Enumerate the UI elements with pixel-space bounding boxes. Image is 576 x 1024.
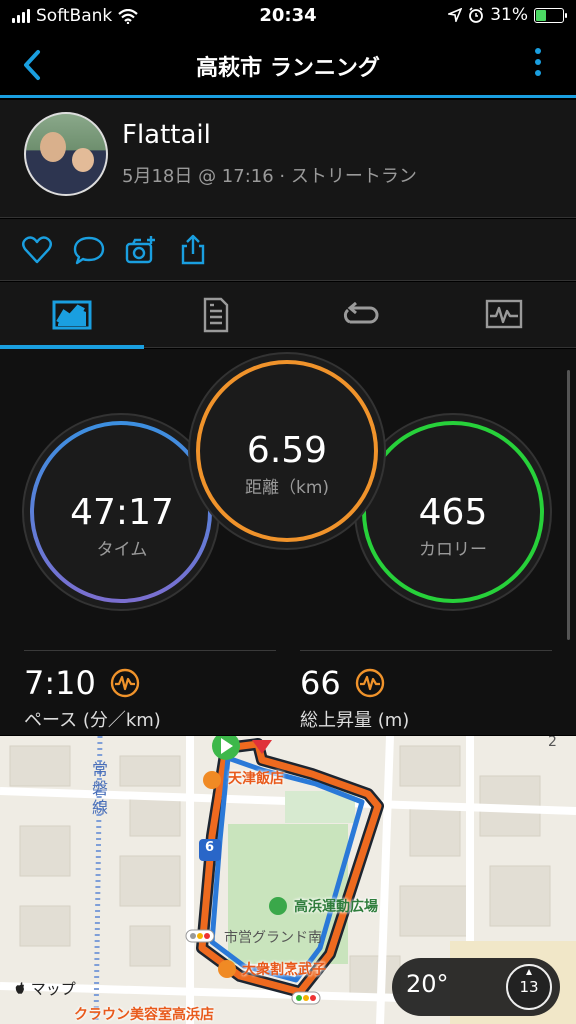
pace-value: 7:10: [24, 664, 96, 702]
camera-add-icon[interactable]: [124, 233, 158, 267]
heart-icon[interactable]: [20, 233, 54, 267]
wind-compass-icon: 13: [506, 964, 552, 1010]
location-arrow-icon: [448, 8, 463, 22]
distance-value: 6.59: [246, 430, 328, 471]
tab-summary[interactable]: [0, 282, 144, 349]
battery-icon: [534, 7, 567, 23]
user-name[interactable]: Flattail: [122, 120, 211, 150]
wind-speed: 13: [519, 978, 539, 996]
time-label: タイム: [96, 540, 148, 560]
action-bar: [0, 219, 576, 281]
map-number: 2: [548, 736, 557, 750]
pace-label: ペース (分／km): [24, 710, 161, 731]
restaurant-label[interactable]: 天津飯店: [228, 768, 284, 788]
comment-icon[interactable]: [72, 233, 106, 267]
activity-meta: 5月18日 @ 17:16 · ストリートラン: [122, 166, 417, 187]
details-list-icon: [203, 297, 229, 333]
calories-stat: 465 カロリー: [363, 492, 543, 560]
share-icon[interactable]: [176, 233, 210, 267]
pulse-icon[interactable]: [355, 668, 385, 698]
avatar[interactable]: [24, 112, 108, 196]
tab-laps[interactable]: [288, 282, 432, 348]
apple-logo-icon: [15, 982, 24, 994]
restaurant-label[interactable]: 大衆割烹武子: [242, 959, 326, 979]
distance-stat: 6.59 距離（km): [197, 430, 377, 498]
laps-loop-icon: [343, 302, 379, 324]
page-title: 高萩市 ランニング: [196, 56, 380, 81]
activity-header: Flattail 5月18日 @ 17:16 · ストリートラン: [0, 100, 576, 218]
park-label[interactable]: 高浜運動広場: [294, 896, 378, 916]
distance-label: 距離（km): [244, 478, 330, 498]
route-number: 6: [205, 840, 215, 855]
rail-label: 常磐線: [92, 760, 109, 817]
elevation-label: 総上昇量 (m): [300, 710, 410, 731]
elevation-metric: 66 総上昇量 (m): [300, 664, 409, 732]
summary-chart-icon: [52, 300, 92, 330]
time-value: 47:17: [70, 492, 174, 533]
calories-value: 465: [418, 492, 488, 533]
elevation-value: 66: [300, 664, 341, 702]
tab-bar: [0, 282, 576, 349]
pulse-icon[interactable]: [110, 668, 140, 698]
battery-percent: 31%: [490, 5, 528, 25]
calories-label: カロリー: [419, 540, 487, 560]
alarm-icon: [469, 7, 484, 23]
tab-graphs[interactable]: [432, 282, 576, 348]
time-stat: 47:17 タイム: [32, 492, 212, 560]
tab-details[interactable]: [144, 282, 288, 348]
map-attribution: マップ: [14, 978, 76, 999]
street-label: 市営グランド南: [224, 930, 322, 946]
maps-label: マップ: [30, 980, 76, 998]
vertical-dots-icon[interactable]: [534, 48, 542, 82]
divider: [24, 650, 276, 651]
pace-metric: 7:10 ペース (分／km): [24, 664, 161, 732]
graph-monitor-icon: [485, 299, 523, 329]
status-bar: SoftBank 20:34 31%: [0, 0, 576, 34]
temperature: 20°: [406, 970, 449, 998]
shop-label[interactable]: クラウン美容室高浜店: [74, 1004, 214, 1024]
divider: [300, 650, 552, 651]
nav-bar: 高萩市 ランニング: [0, 34, 576, 98]
weather-widget[interactable]: 20° 13: [392, 958, 560, 1016]
